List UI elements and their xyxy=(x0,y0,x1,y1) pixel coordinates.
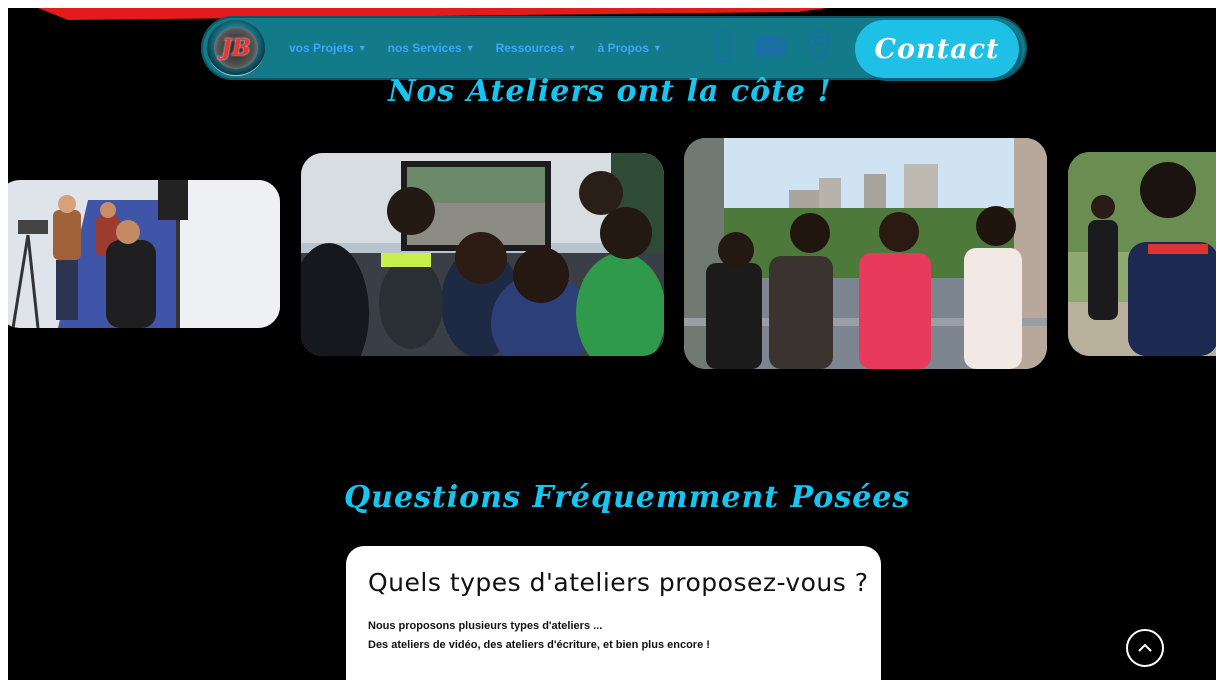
section-title-faq: Questions Fréquemment Posées xyxy=(344,480,911,515)
menu-item-apropos[interactable]: à Propos ▼ xyxy=(598,41,662,55)
menu-item-services[interactable]: nos Services ▼ xyxy=(388,41,475,55)
studio-photo-image xyxy=(8,180,280,328)
menu-item-projets[interactable]: vos Projets ▼ xyxy=(289,41,367,55)
caret-down-icon: ▼ xyxy=(357,43,367,53)
phone-icon[interactable] xyxy=(714,30,732,62)
faq-answer-line-2: Des ateliers de vidéo, des ateliers d'éc… xyxy=(368,639,710,651)
page: JB vos Projets ▼ nos Services ▼ Ressourc… xyxy=(8,8,1216,680)
menu-label: nos Services xyxy=(387,41,462,55)
video-game-photo-image xyxy=(301,153,664,356)
contact-button[interactable]: Contact xyxy=(855,20,1019,78)
caret-down-icon: ▼ xyxy=(652,43,662,53)
gallery-photo-outdoor[interactable] xyxy=(1068,152,1216,356)
caret-down-icon: ▼ xyxy=(465,43,475,53)
site-logo[interactable]: JB xyxy=(207,20,265,76)
faq-item[interactable]: Quels types d'ateliers proposez-vous ? N… xyxy=(346,546,881,680)
gallery-photo-studio[interactable] xyxy=(8,180,280,328)
email-icon[interactable] xyxy=(754,35,786,57)
top-navigation: JB vos Projets ▼ nos Services ▼ Ressourc… xyxy=(201,16,1027,80)
chevron-up-icon xyxy=(1138,643,1152,652)
balcony-photo-image xyxy=(684,138,1047,369)
menu-label: à Propos xyxy=(597,41,649,55)
scroll-to-top-button[interactable] xyxy=(1126,629,1164,667)
outdoor-photo-image xyxy=(1068,152,1216,356)
faq-answer-line-1: Nous proposons plusieurs types d'atelier… xyxy=(368,620,603,632)
gallery-photo-video-game[interactable] xyxy=(301,153,664,356)
main-menu: vos Projets ▼ nos Services ▼ Ressources … xyxy=(289,16,662,80)
logo-text: JB xyxy=(214,27,258,69)
menu-label: vos Projets xyxy=(289,41,354,55)
menu-item-ressources[interactable]: Ressources ▼ xyxy=(496,41,577,55)
contact-icons xyxy=(714,30,830,62)
caret-down-icon: ▼ xyxy=(567,43,577,53)
faq-question: Quels types d'ateliers proposez-vous ? xyxy=(368,568,869,597)
section-title-ateliers: Nos Ateliers ont la côte ! xyxy=(388,74,832,109)
menu-label: Ressources xyxy=(495,41,564,55)
location-icon[interactable] xyxy=(808,30,830,62)
gallery-photo-balcony[interactable] xyxy=(684,138,1047,369)
